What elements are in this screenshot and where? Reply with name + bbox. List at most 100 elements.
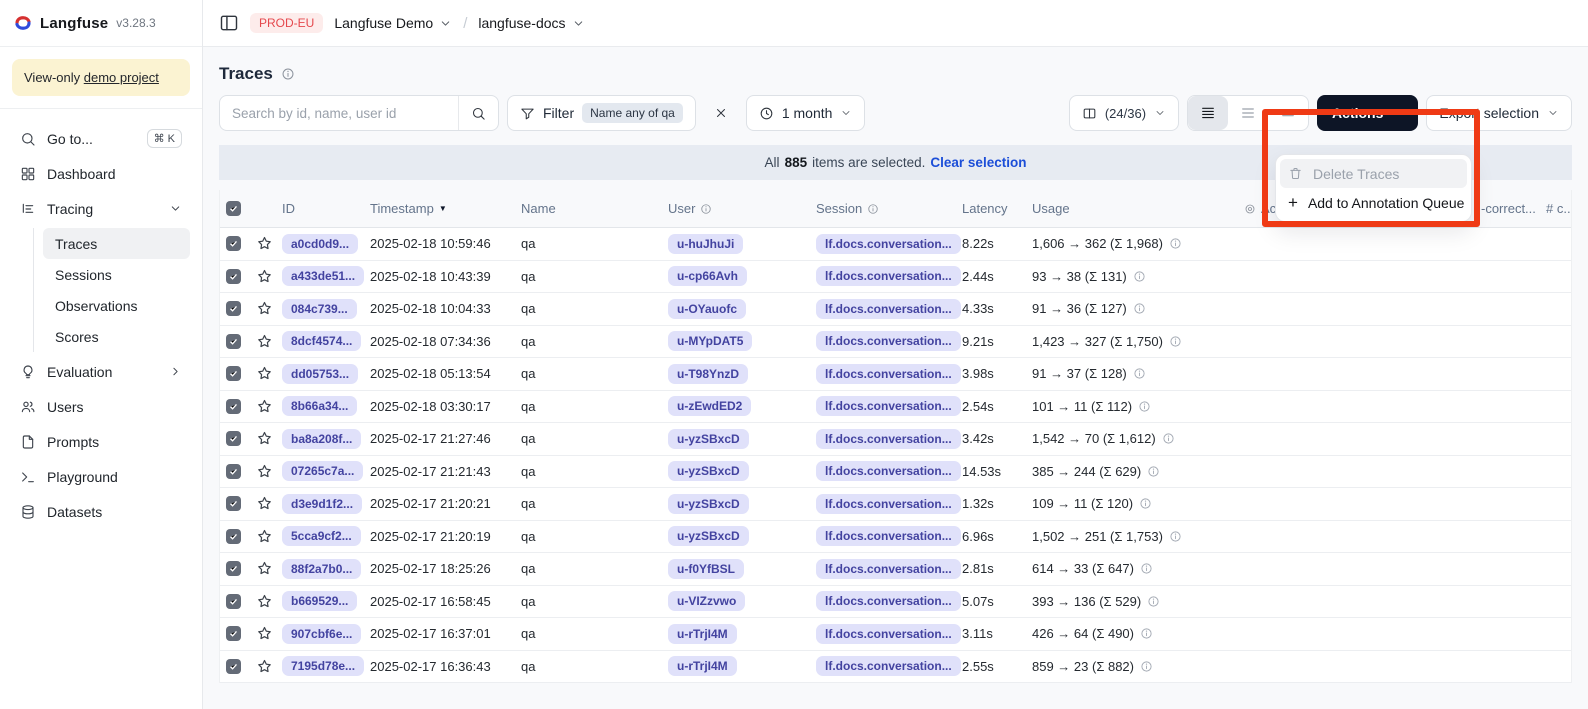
row-checkbox[interactable] [226,626,241,641]
sidebar-item-prompts[interactable]: Prompts [12,424,190,459]
sidebar-toggle-icon[interactable] [219,13,239,33]
sidebar-item-traces[interactable]: Traces [43,228,190,259]
row-checkbox[interactable] [226,594,241,609]
star-icon[interactable] [256,365,273,382]
info-icon[interactable] [1147,595,1160,608]
row-checkbox[interactable] [226,366,241,381]
header-timestamp[interactable]: Timestamp▼ [370,201,521,216]
star-icon[interactable] [256,560,273,577]
user-badge[interactable]: u-yzSBxcD [668,429,749,449]
trace-id-badge[interactable]: b669529... [282,591,357,611]
demo-project-link[interactable]: demo project [84,70,159,85]
export-selection-button[interactable]: Export selection [1426,95,1572,131]
star-icon[interactable] [256,528,273,545]
star-icon[interactable] [256,268,273,285]
header-latency[interactable]: Latency [962,201,1032,216]
sidebar-item-datasets[interactable]: Datasets [12,494,190,529]
user-badge[interactable]: u-MYpDAT5 [668,331,752,351]
row-checkbox[interactable] [226,529,241,544]
row-height-medium-button[interactable] [1228,96,1268,130]
session-badge[interactable]: lf.docs.conversation... [816,299,961,319]
table-row[interactable]: a433de51...2025-02-18 10:43:39qau-cp66Av… [220,261,1571,294]
star-icon[interactable] [256,625,273,642]
star-icon[interactable] [256,300,273,317]
info-icon[interactable] [1169,530,1182,543]
row-checkbox[interactable] [226,301,241,316]
session-badge[interactable]: lf.docs.conversation... [816,656,961,676]
trace-id-badge[interactable]: 907cbf6e... [282,624,361,644]
column-visibility-button[interactable]: (24/36) [1069,95,1179,131]
table-row[interactable]: 8dcf4574...2025-02-18 07:34:36qau-MYpDAT… [220,326,1571,359]
session-badge[interactable]: lf.docs.conversation... [816,396,961,416]
search-submit-button[interactable] [458,96,498,130]
trace-id-badge[interactable]: 7195d78e... [282,656,364,676]
trace-id-badge[interactable]: 88f2a7b0... [282,559,361,579]
star-icon[interactable] [256,593,273,610]
table-row[interactable]: ba8a208f...2025-02-17 21:27:46qau-yzSBxc… [220,423,1571,456]
menu-item-add-to-annotation-queue[interactable]: + Add to Annotation Queue [1280,188,1467,217]
trace-id-badge[interactable]: a0cd0d9... [282,234,358,254]
info-icon[interactable] [1140,627,1153,640]
row-height-tall-button[interactable] [1268,96,1308,130]
row-checkbox[interactable] [226,659,241,674]
row-checkbox[interactable] [226,561,241,576]
star-icon[interactable] [256,463,273,480]
table-row[interactable]: 5cca9cf2...2025-02-17 21:20:19qau-yzSBxc… [220,521,1571,554]
info-icon[interactable] [1162,432,1175,445]
trace-id-badge[interactable]: dd05753... [282,364,358,384]
user-badge[interactable]: u-rTrjI4M [668,624,737,644]
sidebar-item-observations[interactable]: Observations [43,290,190,321]
sidebar-item-goto[interactable]: Go to... ⌘ K [12,121,190,156]
session-badge[interactable]: lf.docs.conversation... [816,591,961,611]
user-badge[interactable]: u-yzSBxcD [668,494,749,514]
user-badge[interactable]: u-zEwdED2 [668,396,751,416]
table-row[interactable]: 907cbf6e...2025-02-17 16:37:01qau-rTrjI4… [220,618,1571,651]
clear-selection-link[interactable]: Clear selection [930,155,1026,170]
row-checkbox[interactable] [226,464,241,479]
session-badge[interactable]: lf.docs.conversation... [816,461,961,481]
table-row[interactable]: d3e9d1f2...2025-02-17 21:20:21qau-yzSBxc… [220,488,1571,521]
sidebar-item-evaluation[interactable]: Evaluation [12,354,190,389]
user-badge[interactable]: u-rTrjI4M [668,656,737,676]
session-badge[interactable]: lf.docs.conversation... [816,624,961,644]
trace-id-badge[interactable]: 07265c7a... [282,461,363,481]
info-icon[interactable] [1133,367,1146,380]
trace-id-badge[interactable]: 8dcf4574... [282,331,361,351]
user-badge[interactable]: u-yzSBxcD [668,526,749,546]
actions-button[interactable]: Actions [1317,95,1418,131]
info-icon[interactable] [1169,335,1182,348]
project-switcher[interactable]: langfuse-docs [478,15,584,31]
header-session[interactable]: Session [816,201,962,216]
user-badge[interactable]: u-VIZzvwo [668,591,745,611]
table-row[interactable]: 8b66a34...2025-02-18 03:30:17qau-zEwdED2… [220,391,1571,424]
session-badge[interactable]: lf.docs.conversation... [816,331,961,351]
row-checkbox[interactable] [226,269,241,284]
filter-button[interactable]: Filter Name any of qa [507,95,696,131]
session-badge[interactable]: lf.docs.conversation... [816,266,961,286]
select-all-checkbox[interactable] [226,201,241,216]
trace-id-badge[interactable]: d3e9d1f2... [282,494,362,514]
sidebar-item-sessions[interactable]: Sessions [43,259,190,290]
info-icon[interactable] [1140,562,1153,575]
table-row[interactable]: 7195d78e...2025-02-17 16:36:43qau-rTrjI4… [220,651,1571,684]
header-user[interactable]: User [668,201,816,216]
star-icon[interactable] [256,333,273,350]
filter-chip[interactable]: Name any of qa [582,103,683,123]
sidebar-item-users[interactable]: Users [12,389,190,424]
row-height-compact-button[interactable] [1188,96,1228,130]
menu-item-delete-traces[interactable]: Delete Traces [1280,159,1467,188]
user-badge[interactable]: u-huJhuJi [668,234,743,254]
org-switcher[interactable]: Langfuse Demo [334,15,452,31]
trace-id-badge[interactable]: a433de51... [282,266,364,286]
row-checkbox[interactable] [226,431,241,446]
session-badge[interactable]: lf.docs.conversation... [816,559,961,579]
user-badge[interactable]: u-f0YfBSL [668,559,744,579]
table-row[interactable]: 88f2a7b0...2025-02-17 18:25:26qau-f0YfBS… [220,553,1571,586]
header-correctness-score[interactable]: -correct... [1481,201,1546,216]
session-badge[interactable]: lf.docs.conversation... [816,494,961,514]
row-checkbox[interactable] [226,399,241,414]
header-usage[interactable]: Usage [1032,201,1244,216]
row-checkbox[interactable] [226,496,241,511]
star-icon[interactable] [256,235,273,252]
sidebar-item-dashboard[interactable]: Dashboard [12,156,190,191]
